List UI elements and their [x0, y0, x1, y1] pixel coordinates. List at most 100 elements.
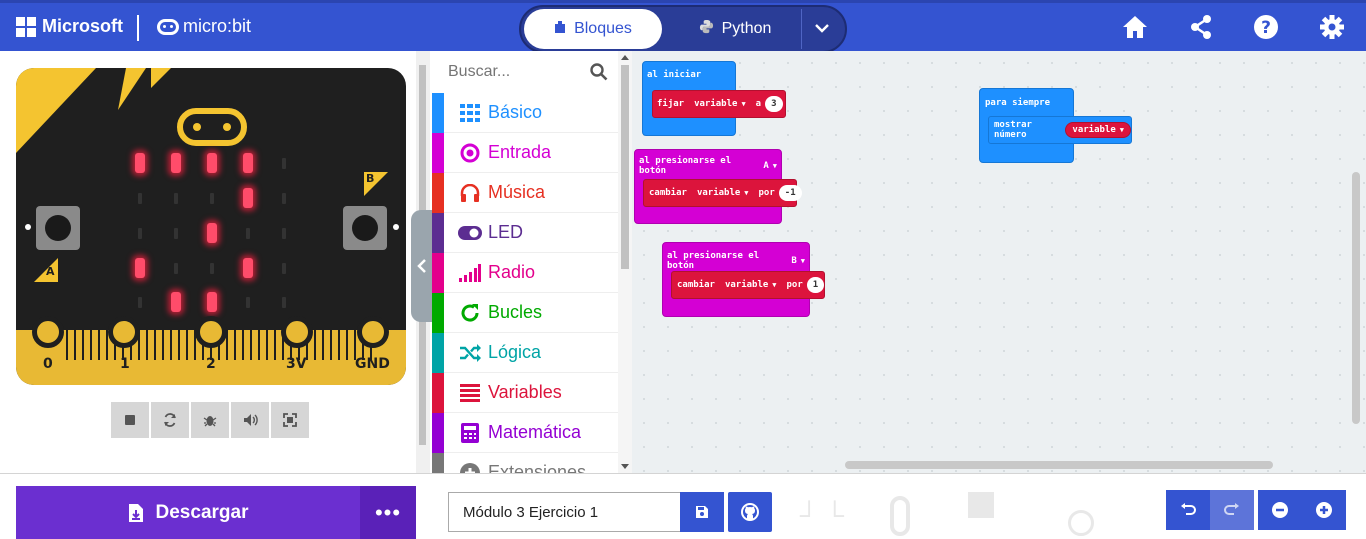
settings-button[interactable] [1318, 13, 1346, 41]
scrollbar-thumb[interactable] [621, 65, 629, 269]
restart-icon [164, 413, 176, 427]
microbit-logo[interactable]: micro:bit [157, 16, 251, 37]
redo-button[interactable] [1210, 490, 1254, 530]
save-button[interactable] [680, 492, 724, 532]
change-variable-block[interactable]: cambiar variable ▼ por 1 [671, 271, 825, 299]
button-name: B [791, 256, 797, 266]
button-a[interactable] [36, 206, 80, 250]
home-button[interactable] [1121, 13, 1149, 41]
value-input[interactable]: 3 [765, 96, 783, 112]
mute-button[interactable] [231, 402, 269, 438]
calculator-icon [453, 422, 487, 443]
scroll-up-arrow[interactable] [621, 55, 629, 60]
search-icon[interactable] [590, 63, 608, 86]
github-button[interactable] [728, 492, 772, 532]
set-variable-block[interactable]: fijar variable ▼ a 3 [652, 90, 786, 118]
edge-stripe [154, 330, 156, 360]
to-label: a [755, 99, 762, 109]
variable-dropdown[interactable]: variable ▼ [688, 96, 752, 112]
led-3-3 [243, 258, 253, 278]
tab-python[interactable]: Python [671, 9, 799, 49]
change-label: cambiar [649, 188, 687, 198]
on-button-b-header: al presionarse el botón B ▼ [667, 251, 809, 271]
python-icon [699, 19, 714, 39]
on-button-a-block[interactable]: al presionarse el botón A ▼ cambiar varia… [634, 149, 802, 224]
pin-label-gnd: GND [355, 356, 390, 372]
variable-dropdown[interactable]: variable ▼ [718, 277, 783, 293]
signal-icon [453, 263, 487, 282]
variable-dropdown[interactable]: variable ▼ [690, 185, 755, 201]
workspace-horizontal-scrollbar[interactable] [845, 461, 1273, 469]
edge-stripe [250, 330, 252, 360]
zoom-in-button[interactable] [1302, 490, 1346, 530]
pin-2[interactable] [195, 316, 227, 348]
category-8[interactable]: Matemática [432, 412, 618, 453]
collapse-simulator-button[interactable] [411, 210, 433, 322]
category-label: Lógica [488, 342, 542, 362]
edge-stripe [258, 330, 260, 360]
led-0-3 [243, 153, 253, 173]
download-button[interactable]: Descargar [16, 486, 360, 539]
button-dropdown[interactable]: A ▼ [759, 158, 781, 174]
variable-name: variable [1072, 125, 1116, 135]
category-7[interactable]: Variables [432, 372, 618, 413]
project-name-input[interactable] [448, 492, 680, 532]
category-3[interactable]: LED [432, 212, 618, 253]
value-input[interactable]: -1 [778, 185, 802, 201]
pin-1[interactable] [108, 316, 140, 348]
pin-3v[interactable] [281, 316, 313, 348]
help-button[interactable]: ? [1252, 13, 1280, 41]
restart-button[interactable] [151, 402, 189, 438]
edge-stripe [234, 330, 236, 360]
product-text: micro:bit [183, 16, 252, 36]
microsoft-logo[interactable]: Microsoft [16, 16, 123, 37]
button-dropdown[interactable]: B ▼ [787, 253, 809, 269]
category-2[interactable]: Música [432, 172, 618, 213]
variable-reporter[interactable]: variable ▼ [1065, 122, 1131, 138]
value-input[interactable]: 1 [806, 277, 825, 293]
pin-label-2: 2 [206, 356, 216, 372]
undo-button[interactable] [1166, 490, 1210, 530]
download-more-button[interactable]: ••• [360, 486, 416, 539]
show-number-label: mostrar número [994, 120, 1032, 140]
category-color-stripe [432, 412, 444, 453]
forever-block[interactable]: para siempre mostrar número variable ▼ [979, 88, 1132, 163]
workspace-vertical-scrollbar[interactable] [1352, 172, 1360, 424]
edge-stripe [242, 330, 244, 360]
share-button[interactable] [1187, 13, 1215, 41]
variable-name: variable [694, 99, 738, 109]
category-9[interactable]: Extensiones [432, 452, 618, 473]
tab-blocks[interactable]: Bloques [524, 9, 662, 49]
toggle-icon [453, 225, 487, 240]
dropdown-arrow-icon: ▼ [800, 257, 805, 265]
on-button-a-label: al presionarse el botón [639, 156, 732, 176]
scroll-down-arrow[interactable] [621, 464, 629, 469]
category-4[interactable]: Radio [432, 252, 618, 293]
blocks-workspace[interactable]: al iniciar fijar variable ▼ a 3 al presio… [632, 51, 1366, 473]
led-4-4 [282, 297, 286, 308]
on-start-block[interactable]: al iniciar fijar variable ▼ a 3 [642, 61, 786, 136]
on-button-b-block[interactable]: al presionarse el botón B ▼ cambiar varia… [662, 242, 825, 317]
led-4-2 [207, 292, 217, 312]
stop-button[interactable] [111, 402, 149, 438]
edge-stripe [178, 330, 180, 360]
pin-gnd[interactable] [357, 316, 389, 348]
fullscreen-button[interactable] [271, 402, 309, 438]
category-6[interactable]: Lógica [432, 332, 618, 373]
edge-stripe [90, 330, 92, 360]
category-5[interactable]: Bucles [432, 292, 618, 333]
toolbox-scrollbar[interactable] [618, 51, 632, 473]
pin-0[interactable] [32, 316, 64, 348]
change-variable-block[interactable]: cambiar variable ▼ por -1 [643, 179, 802, 207]
list-icon [453, 383, 487, 402]
edge-stripe [330, 330, 332, 360]
debug-button[interactable] [191, 402, 229, 438]
category-0[interactable]: Básico [432, 92, 618, 133]
editor-mode-toggle: Bloques Python [519, 5, 847, 53]
show-number-block[interactable]: mostrar número variable ▼ [988, 116, 1132, 144]
button-b[interactable] [343, 206, 387, 250]
mode-dropdown-button[interactable] [801, 9, 841, 49]
category-1[interactable]: Entrada [432, 132, 618, 173]
zoom-out-button[interactable] [1258, 490, 1302, 530]
touch-logo[interactable] [177, 108, 247, 146]
